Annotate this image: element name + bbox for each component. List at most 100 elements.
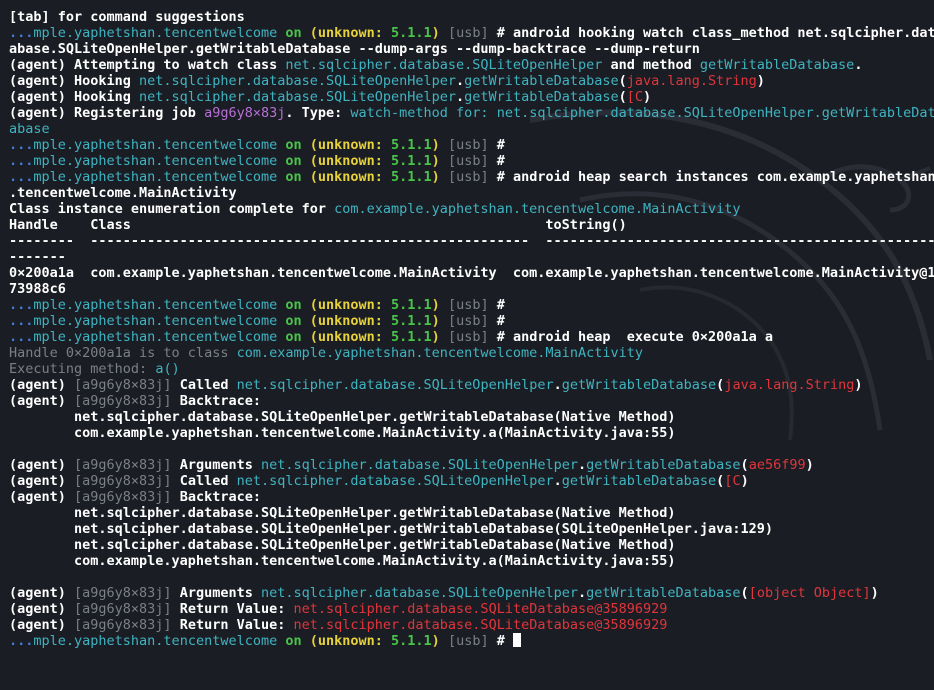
terminal-text-segment: [a9g6y8×83j] [74, 601, 172, 617]
terminal-text-segment: java.lang.String [626, 73, 757, 89]
terminal-text-segment: ) [431, 25, 448, 41]
terminal-window[interactable]: [tab] for command suggestions ...mple.yap… [0, 0, 934, 690]
terminal-text-segment: # [488, 633, 513, 649]
terminal-line: (agent) [a9g6y8×83j] Backtrace: [9, 489, 934, 505]
terminal-text-segment: ( [740, 457, 749, 473]
terminal-text-segment: . [553, 473, 562, 489]
terminal-text-segment: [usb] [447, 25, 489, 41]
terminal-text-segment: (agent) [9, 585, 75, 601]
terminal-text-segment: net.sqlcipher.database.SQLiteOpenHelper.… [9, 537, 676, 553]
terminal-text-segment: [usb] [447, 297, 489, 313]
terminal-text-segment: ae56f99 [748, 457, 806, 473]
terminal-text-segment: mple.yaphetshan.tencentwelcome [33, 313, 278, 329]
terminal-line: (agent) [a9g6y8×83j] Return Value: net.s… [9, 617, 934, 633]
terminal-line: (agent) Hooking net.sqlcipher.database.S… [9, 73, 934, 89]
terminal-text-segment: 0×200a1a com.example.yaphetshan.tencentw… [9, 265, 934, 281]
terminal-text-segment: . [577, 585, 587, 601]
terminal-text-segment: 5.1.1 [391, 313, 432, 329]
terminal-text-segment: (unknown: [309, 25, 392, 41]
terminal-text-segment: mple.yaphetshan.tencentwelcome [33, 297, 278, 313]
terminal-text-segment: and method [602, 57, 700, 73]
terminal-text-segment: Class instance enumeration complete for [9, 201, 335, 217]
terminal-text-segment: [tab] for command suggestions [9, 9, 245, 25]
terminal-text-segment: ... [9, 169, 34, 185]
terminal-text-segment: on [277, 169, 310, 185]
terminal-text-segment: [usb] [447, 313, 489, 329]
terminal-line: (agent) Attempting to watch class net.sq… [9, 57, 934, 73]
terminal-text-segment: ) [854, 377, 863, 393]
terminal-text-segment: ... [9, 153, 34, 169]
terminal-text-segment: 5.1.1 [391, 153, 432, 169]
terminal-text-segment: ------- [9, 249, 66, 265]
terminal-text-segment: # android hooking watch class_method net… [488, 25, 934, 41]
terminal-text-segment: # [488, 153, 505, 169]
terminal-text-segment: ... [9, 633, 34, 649]
terminal-text-segment: Called [171, 377, 237, 393]
terminal-line: net.sqlcipher.database.SQLiteOpenHelper.… [9, 537, 934, 553]
terminal-text-segment: ( [618, 89, 627, 105]
terminal-text-segment: on [277, 329, 310, 345]
terminal-line: (agent) Hooking net.sqlcipher.database.S… [9, 89, 934, 105]
terminal-text-segment: 5.1.1 [391, 25, 432, 41]
terminal-text-segment: mple.yaphetshan.tencentwelcome [33, 169, 278, 185]
terminal-text-segment: net.sqlcipher.database.SQLiteOpenHelper [285, 57, 603, 73]
terminal-text-segment: ) [431, 153, 448, 169]
terminal-text-segment: [usb] [447, 169, 489, 185]
terminal-text-segment: Return Value: [171, 601, 294, 617]
terminal-text-segment: net.sqlcipher.database.SQLiteDatabase@35… [293, 617, 668, 633]
terminal-text-segment: 5.1.1 [391, 169, 432, 185]
terminal-text-segment: (agent) Hooking [9, 89, 140, 105]
terminal-text-segment: # [488, 313, 505, 329]
terminal-line: Handle 0×200a1a is to class com.example.… [9, 345, 934, 361]
terminal-text-segment: getWritableDatabase [699, 57, 855, 73]
text-cursor[interactable] [512, 633, 521, 647]
terminal-text-segment: mple.yaphetshan.tencentwelcome [33, 25, 278, 41]
terminal-text-segment: net.sqlcipher.database.SQLiteOpenHelper [236, 377, 554, 393]
terminal-text-segment: Handle Class toString() [9, 217, 627, 233]
terminal-text-segment: getWritableDatabase [586, 457, 741, 473]
terminal-line: net.sqlcipher.database.SQLiteOpenHelper.… [9, 505, 934, 521]
terminal-line: ...mple.yaphetshan.tencentwelcome on (un… [9, 137, 934, 153]
terminal-line: abase.SQLiteOpenHelper.getWritableDataba… [9, 41, 934, 57]
terminal-text-segment: [a9g6y8×83j] [74, 585, 172, 601]
terminal-text-segment: (agent) [9, 601, 75, 617]
terminal-line: (agent) [a9g6y8×83j] Backtrace: [9, 393, 934, 409]
terminal-text-segment: ... [9, 329, 34, 345]
terminal-line: ...mple.yaphetshan.tencentwelcome on (un… [9, 297, 934, 313]
terminal-text-segment: ... [9, 313, 34, 329]
terminal-text-segment: getWritableDatabase [561, 473, 717, 489]
terminal-text-segment: net.sqlcipher.database.SQLiteOpenHelper.… [9, 409, 676, 425]
terminal-text-segment: ) [431, 297, 448, 313]
terminal-text-segment: getWritableDatabase [561, 377, 717, 393]
terminal-line: 73988c6 [9, 281, 934, 297]
terminal-text-segment: com.example.yaphetshan.tencentwelcome.Ma… [9, 553, 676, 569]
terminal-text-segment: net.sqlcipher.database.SQLiteOpenHelper.… [9, 521, 774, 537]
terminal-text-segment: (unknown: [309, 153, 392, 169]
terminal-line: (agent) [a9g6y8×83j] Return Value: net.s… [9, 601, 934, 617]
terminal-output: [tab] for command suggestions ...mple.yap… [9, 9, 934, 649]
terminal-text-segment: abase.SQLiteOpenHelper.getWritableDataba… [9, 41, 700, 57]
terminal-text-segment: on [277, 633, 310, 649]
terminal-line: 0×200a1a com.example.yaphetshan.tencentw… [9, 265, 934, 281]
terminal-text-segment: net.sqlcipher.database.SQLiteOpenHelper [236, 473, 554, 489]
terminal-line: [tab] for command suggestions [9, 9, 934, 25]
terminal-text-segment: (unknown: [309, 137, 392, 153]
terminal-text-segment: [a9g6y8×83j] [74, 617, 172, 633]
terminal-text-segment: (agent) [9, 473, 75, 489]
terminal-text-segment: Arguments [171, 457, 261, 473]
terminal-text-segment: -------- -------------------------------… [9, 233, 934, 249]
terminal-text-segment: . [456, 73, 465, 89]
terminal-text-segment: (unknown: [309, 633, 392, 649]
terminal-text-segment: [C [626, 89, 644, 105]
terminal-text-segment: Called [171, 473, 237, 489]
terminal-line: -------- -------------------------------… [9, 233, 934, 249]
terminal-text-segment: 5.1.1 [391, 297, 432, 313]
terminal-line: ...mple.yaphetshan.tencentwelcome on (un… [9, 169, 934, 185]
terminal-line: com.example.yaphetshan.tencentwelcome.Ma… [9, 425, 934, 441]
terminal-text-segment: [a9g6y8×83j] [74, 377, 172, 393]
terminal-text-segment: ... [9, 25, 34, 41]
terminal-line: (agent) [a9g6y8×83j] Called net.sqlciphe… [9, 473, 934, 489]
terminal-text-segment: [a9g6y8×83j] [74, 393, 172, 409]
terminal-text-segment: (agent) [9, 457, 75, 473]
terminal-text-segment: (agent) Hooking [9, 73, 140, 89]
